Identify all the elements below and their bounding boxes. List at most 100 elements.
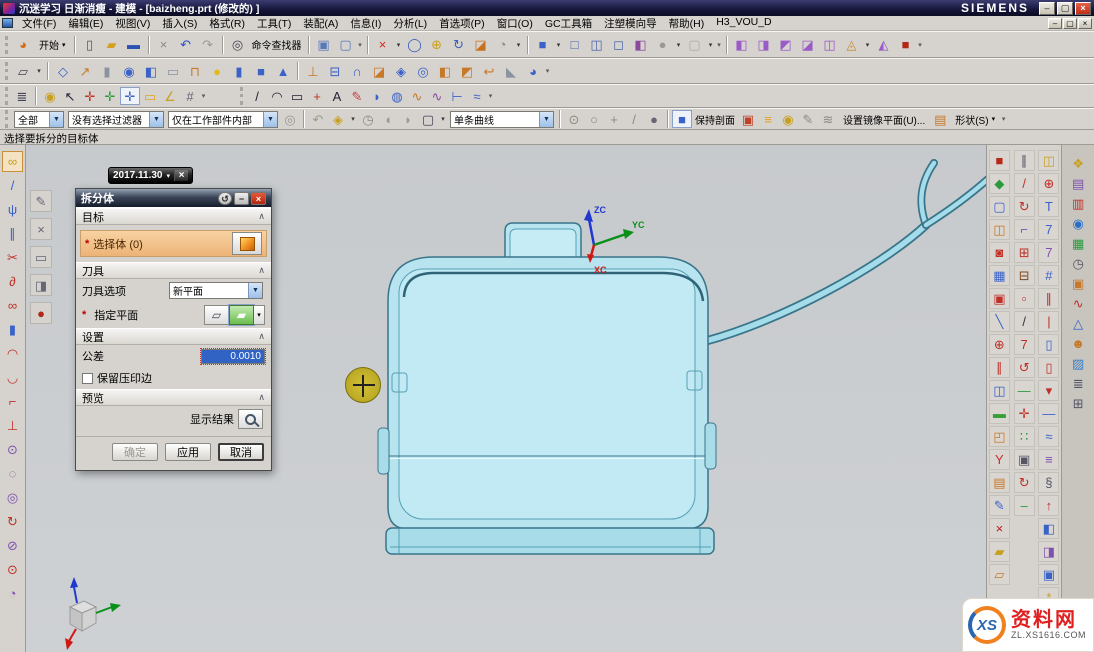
shape-book-icon[interactable]: ▤ (930, 110, 950, 128)
circle-center-icon[interactable]: ⊙ (2, 439, 23, 460)
diagonal-lines-icon[interactable]: ∥ (1014, 150, 1035, 171)
square-small-icon[interactable]: ▫ (1014, 288, 1035, 309)
collapse-caret-icon[interactable]: ∧ (258, 265, 265, 276)
attach-icon[interactable]: ≋ (818, 110, 838, 128)
comb-icon[interactable]: # (1038, 265, 1059, 286)
reuse-library-icon[interactable]: ▥ (1067, 193, 1089, 213)
settings-section-header[interactable]: 设置 ∧ (76, 328, 271, 345)
square-dot-icon[interactable]: ▣ (1014, 449, 1035, 470)
ok-button[interactable]: 确定 (112, 443, 158, 461)
sleeve-icon[interactable]: ▯ (1038, 357, 1059, 378)
surface-icon[interactable]: ◗ (367, 87, 387, 105)
ejector-pin-icon[interactable]: | (1038, 311, 1059, 332)
measure-tools-icon[interactable]: △ (1067, 313, 1089, 333)
menu-item[interactable]: 窗口(O) (491, 16, 539, 31)
wireframe-dim-icon[interactable]: ◫ (586, 35, 608, 55)
menu-item[interactable]: H3_VOU_D (710, 16, 777, 31)
highlight-faces-icon[interactable]: ◎ (280, 110, 300, 128)
unite-icon[interactable]: ⊥ (302, 61, 324, 81)
circle-slash-icon[interactable]: ⊘ (2, 535, 23, 556)
snap-midpoint-icon[interactable]: / (624, 110, 644, 128)
chamfer-icon[interactable]: ◣ (500, 61, 522, 81)
split-box-icon[interactable]: ◫ (989, 380, 1010, 401)
line-point-icon[interactable]: / (1014, 173, 1035, 194)
snap-endpoint-icon[interactable]: ● (644, 110, 664, 128)
dialog-reset-button[interactable]: ↺ (218, 192, 232, 205)
studio-wireframe-icon[interactable]: ◻ (608, 35, 630, 55)
shaded-face-icon[interactable]: ◪ (470, 35, 492, 55)
snap-handle-green-icon[interactable]: ✛ (100, 87, 120, 105)
close-window-icon[interactable]: × (372, 35, 394, 55)
sketch-line-icon[interactable]: / (2, 175, 23, 196)
elbow-curve-icon[interactable]: ⌐ (1014, 219, 1035, 240)
cylinder-tool-icon[interactable]: ▮ (96, 61, 118, 81)
exploded-view-icon[interactable]: ◫ (819, 35, 841, 55)
select-body-row[interactable]: * 选择体 (0) (80, 230, 267, 257)
green-squares-icon[interactable]: ∷ (1014, 426, 1035, 447)
pillar-icon[interactable]: ∥ (1038, 288, 1059, 309)
section-curve-icon[interactable]: ∿ (427, 87, 447, 105)
stamp-icon[interactable]: ▤ (989, 472, 1010, 493)
rotate-curve-icon[interactable]: ↻ (2, 511, 23, 532)
mold-base-alt-icon[interactable]: 7 (1038, 242, 1059, 263)
ejector-icon[interactable]: ↑ (1038, 495, 1059, 516)
core-icon[interactable]: ⊕ (1038, 173, 1059, 194)
menu-item[interactable]: 格式(R) (203, 16, 251, 31)
history-icon[interactable]: ◷ (1067, 253, 1089, 273)
zoom-icon[interactable]: ◯ (404, 35, 426, 55)
new-file-icon[interactable]: ▯ (79, 35, 101, 55)
docked-tool-3-icon[interactable]: ▭ (30, 246, 52, 268)
define-regions-icon[interactable]: ▢ (989, 196, 1010, 217)
board-icon[interactable]: ≣ (1067, 373, 1089, 393)
circle-boxed-icon[interactable]: ◎ (2, 487, 23, 508)
cavity-icon[interactable]: ◫ (1038, 150, 1059, 171)
line-icon[interactable]: / (247, 87, 267, 105)
trim-extend-icon[interactable]: ⊥ (2, 415, 23, 436)
assembly-constraints-icon[interactable]: ◧ (731, 35, 753, 55)
hole-icon[interactable]: ◉ (118, 61, 140, 81)
grid-brown-icon[interactable]: ⊟ (1014, 265, 1035, 286)
slide-icon[interactable]: ◧ (1038, 518, 1059, 539)
type-filter-combo[interactable]: 全部▼ (14, 111, 64, 128)
folder-group-icon[interactable]: ▰ (989, 541, 1010, 562)
combo-arrow-icon[interactable]: ▼ (248, 283, 262, 298)
trim-body-icon[interactable]: ◧ (434, 61, 456, 81)
tool-section-header[interactable]: 刀具 ∧ (76, 262, 271, 279)
wave-link-icon[interactable]: ◬ (841, 35, 863, 55)
surface-patch-icon[interactable]: ◙ (989, 242, 1010, 263)
command-finder-icon[interactable]: ◎ (227, 35, 249, 55)
lifter-icon[interactable]: ◨ (1038, 541, 1059, 562)
dialog-title-bar[interactable]: 拆分体 ↺ − × (76, 189, 271, 207)
save-icon[interactable]: ▬ (123, 35, 145, 55)
visualization-icon[interactable]: ∿ (1067, 293, 1089, 313)
dialog-minimize-button[interactable]: − (234, 192, 249, 205)
combo-arrow-icon[interactable]: ▼ (49, 112, 63, 127)
undo-icon[interactable]: ↶ (175, 35, 197, 55)
part-navigator-icon[interactable]: ≣ (12, 87, 32, 105)
collapse-caret-icon[interactable]: ∧ (258, 331, 265, 342)
color-map-icon[interactable]: ▦ (989, 265, 1010, 286)
target-section-header[interactable]: 目标 ∧ (76, 208, 271, 225)
menu-item[interactable]: 编辑(E) (62, 16, 109, 31)
select-cursor-icon[interactable]: ↖ (60, 87, 80, 105)
datum-axis-icon[interactable]: ↗ (74, 61, 96, 81)
menu-item[interactable]: 信息(I) (344, 16, 387, 31)
three-point-arc-icon[interactable]: ◡ (2, 367, 23, 388)
apply-button[interactable]: 应用 (165, 443, 211, 461)
orient-handles-icon[interactable]: ✛ (120, 87, 140, 105)
tool-option-combo[interactable]: 新平面 ▼ (169, 282, 263, 299)
studio-spline-icon[interactable]: ✎ (347, 87, 367, 105)
model-top-tab[interactable] (505, 223, 581, 258)
database-icon[interactable]: ▤ (1067, 173, 1089, 193)
menu-item[interactable]: GC工具箱 (539, 16, 598, 31)
gray-sphere-icon[interactable]: ● (652, 35, 674, 55)
shell-icon[interactable]: ◎ (412, 61, 434, 81)
docked-tool-2-icon[interactable]: × (30, 218, 52, 240)
snap-intersection-icon[interactable]: + (604, 110, 624, 128)
boundary-box-icon[interactable]: ▣ (989, 288, 1010, 309)
toolbar-overflow-icon[interactable]: ▾ (1000, 115, 1007, 123)
two-circles-icon[interactable]: ∞ (2, 295, 23, 316)
nx-app-icon[interactable]: ◕ (12, 35, 34, 55)
roles-icon[interactable]: ❖ (1067, 153, 1089, 173)
toolbar-drag-handle[interactable] (5, 36, 9, 54)
